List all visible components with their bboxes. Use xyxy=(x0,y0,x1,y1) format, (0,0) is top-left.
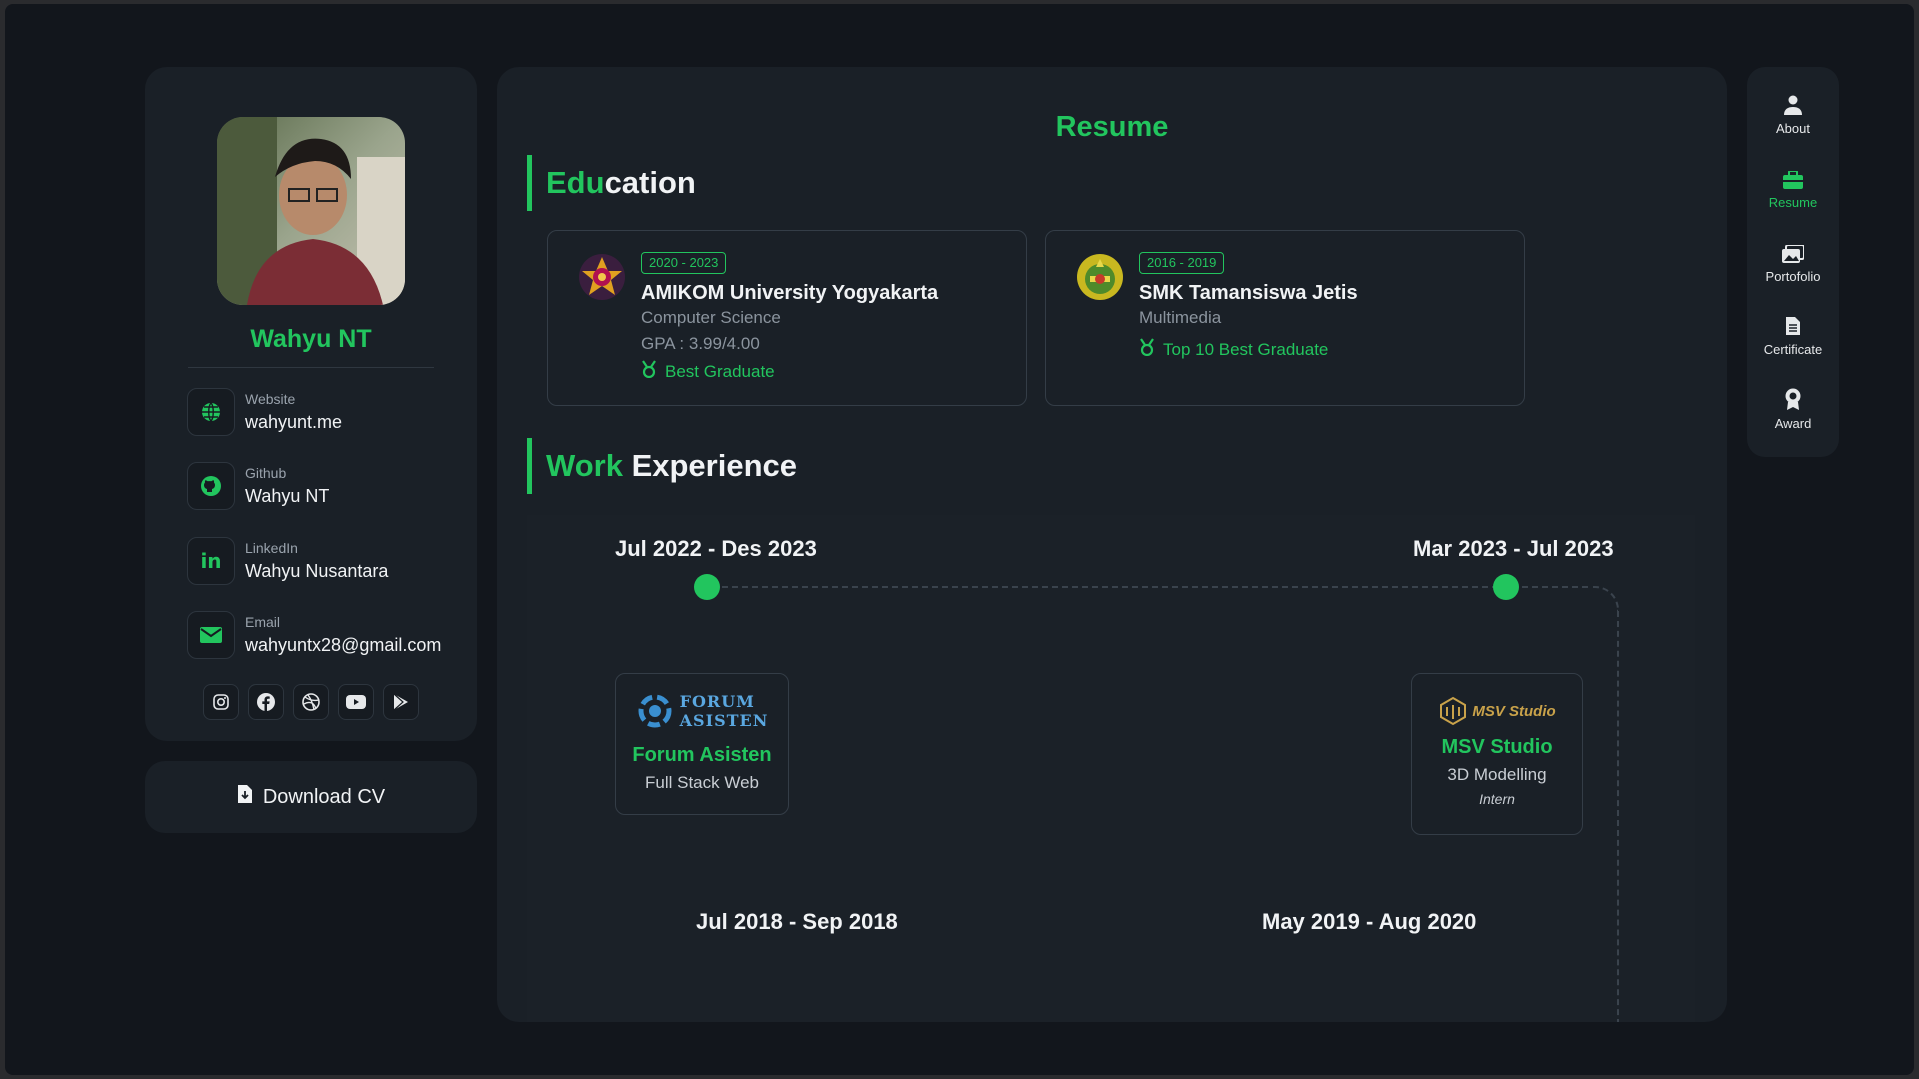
forum-logo-line2: ASISTEN xyxy=(679,711,769,730)
school-name: SMK Tamansiswa Jetis xyxy=(1139,282,1358,304)
medal-icon xyxy=(1139,338,1155,361)
year-badge: 2016 - 2019 xyxy=(1139,252,1225,274)
school-name: AMIKOM University Yogyakarta xyxy=(641,282,939,304)
contact-linkedin[interactable]: in LinkedIn Wahyu Nusantara xyxy=(187,537,467,587)
job-role: 3D Modelling xyxy=(1447,765,1547,784)
contact-github[interactable]: Github Wahyu NT xyxy=(187,462,467,512)
contact-value[interactable]: Wahyu NT xyxy=(245,486,329,507)
contact-label: Github xyxy=(245,465,287,481)
company-name: Forum Asisten xyxy=(632,744,772,766)
contact-value[interactable]: Wahyu Nusantara xyxy=(245,561,388,582)
nav-portofolio[interactable]: Portofolio xyxy=(1747,233,1839,293)
contact-website[interactable]: Website wahyunt.me xyxy=(187,388,467,438)
nav-label: Resume xyxy=(1768,195,1818,210)
nav-award[interactable]: Award xyxy=(1747,380,1839,440)
year-badge: 2020 - 2023 xyxy=(641,252,727,274)
document-icon xyxy=(1747,306,1839,336)
dribbble-icon[interactable] xyxy=(293,684,329,720)
globe-icon xyxy=(187,388,235,436)
profile-card: Wahyu NT Website wahyunt.me Github Wahyu… xyxy=(145,67,477,741)
work-heading-accent: Work xyxy=(546,448,623,483)
contact-value[interactable]: wahyuntx28@gmail.com xyxy=(245,635,441,656)
nav-label: Award xyxy=(1774,416,1812,431)
contact-label: Email xyxy=(245,614,281,630)
nav-about[interactable]: About xyxy=(1747,85,1839,145)
medal-icon xyxy=(641,360,657,383)
instagram-icon[interactable] xyxy=(203,684,239,720)
timeline-corner xyxy=(1593,586,1619,612)
award-badge: Top 10 Best Graduate xyxy=(1139,338,1328,361)
envelope-icon xyxy=(187,611,235,659)
company-name: MSV Studio xyxy=(1441,736,1553,758)
timeline-dot xyxy=(694,574,720,600)
user-icon xyxy=(1747,85,1839,115)
msv-studio-icon xyxy=(1440,696,1467,726)
youtube-icon[interactable] xyxy=(338,684,374,720)
images-icon xyxy=(1747,233,1839,263)
page-title: Resume xyxy=(1055,111,1169,143)
education-card-amikom: 2020 - 2023 AMIKOM University Yogyakarta… xyxy=(547,230,1027,406)
forum-asisten-logo: FORUM ASISTEN xyxy=(616,690,788,732)
work-experience-heading: Work Experience xyxy=(527,438,797,494)
timeline-line xyxy=(1617,611,1619,1022)
timeline-date: Mar 2023 - Jul 2023 xyxy=(1413,536,1614,561)
award-text: Best Graduate xyxy=(665,361,775,381)
msv-studio-logo: MSV Studio xyxy=(1412,696,1582,726)
work-heading-rest: Experience xyxy=(622,448,797,483)
facebook-icon[interactable] xyxy=(248,684,284,720)
app-window: Wahyu NT Website wahyunt.me Github Wahyu… xyxy=(5,4,1914,1075)
resume-panel: Resume Edu cation 2020 - 2023 AMIKOM Univ… xyxy=(497,67,1727,1022)
nav-label: Certificate xyxy=(1763,342,1823,357)
work-card-msv-studio[interactable]: MSV Studio MSV Studio 3D Modelling Inter… xyxy=(1411,673,1583,835)
contact-email[interactable]: Email wahyuntx28@gmail.com xyxy=(187,611,467,661)
contact-value[interactable]: wahyunt.me xyxy=(245,412,342,433)
award-text: Top 10 Best Graduate xyxy=(1163,339,1329,359)
major: Multimedia xyxy=(1139,308,1222,327)
linkedin-icon: in xyxy=(187,537,235,585)
forum-asisten-icon xyxy=(638,694,672,728)
timeline-date: Jul 2018 - Sep 2018 xyxy=(696,909,898,934)
contact-label: Website xyxy=(245,391,296,407)
nav-resume[interactable]: Resume xyxy=(1747,159,1839,219)
award-icon xyxy=(1747,380,1839,410)
contact-label: LinkedIn xyxy=(245,540,298,556)
job-type: Intern xyxy=(1479,791,1515,807)
nav-label: Portofolio xyxy=(1765,269,1821,284)
education-heading-accent: Edu xyxy=(546,165,605,200)
education-card-smk: 2016 - 2019 SMK Tamansiswa Jetis Multime… xyxy=(1045,230,1525,406)
work-timeline: Jul 2022 - Des 2023 Mar 2023 - Jul 2023 … xyxy=(527,515,1695,1022)
social-links xyxy=(203,684,419,720)
education-heading: Edu cation xyxy=(527,155,696,211)
timeline-line xyxy=(702,586,1588,588)
timeline-dot xyxy=(1493,574,1519,600)
work-card-forum-asisten[interactable]: FORUM ASISTEN Forum Asisten Full Stack W… xyxy=(615,673,789,815)
profile-name: Wahyu NT xyxy=(250,325,372,353)
major: Computer Science xyxy=(641,308,781,327)
avatar xyxy=(217,117,405,305)
education-heading-rest: cation xyxy=(604,165,696,200)
tamansiswa-logo-icon xyxy=(1076,253,1124,301)
download-cv-label: Download CV xyxy=(262,785,386,808)
play-store-icon[interactable] xyxy=(383,684,419,720)
amikom-logo-icon xyxy=(578,253,626,301)
briefcase-icon xyxy=(1747,159,1839,189)
timeline-date: May 2019 - Aug 2020 xyxy=(1262,909,1477,934)
download-cv-button[interactable]: Download CV xyxy=(145,761,477,833)
file-download-icon xyxy=(237,784,253,810)
timeline-date: Jul 2022 - Des 2023 xyxy=(615,536,817,561)
award-badge: Best Graduate xyxy=(641,360,775,383)
section-nav: About Resume Portofolio Certificate Awar… xyxy=(1747,67,1839,457)
nav-label: About xyxy=(1776,121,1810,136)
forum-logo-line1: FORUM xyxy=(679,692,755,711)
github-icon xyxy=(187,462,235,510)
job-role: Full Stack Web xyxy=(644,773,759,792)
nav-certificate[interactable]: Certificate xyxy=(1747,306,1839,366)
msv-logo-text: MSV Studio xyxy=(1472,702,1556,720)
profile-divider xyxy=(188,367,434,368)
gpa: GPA : 3.99/4.00 xyxy=(641,334,760,353)
